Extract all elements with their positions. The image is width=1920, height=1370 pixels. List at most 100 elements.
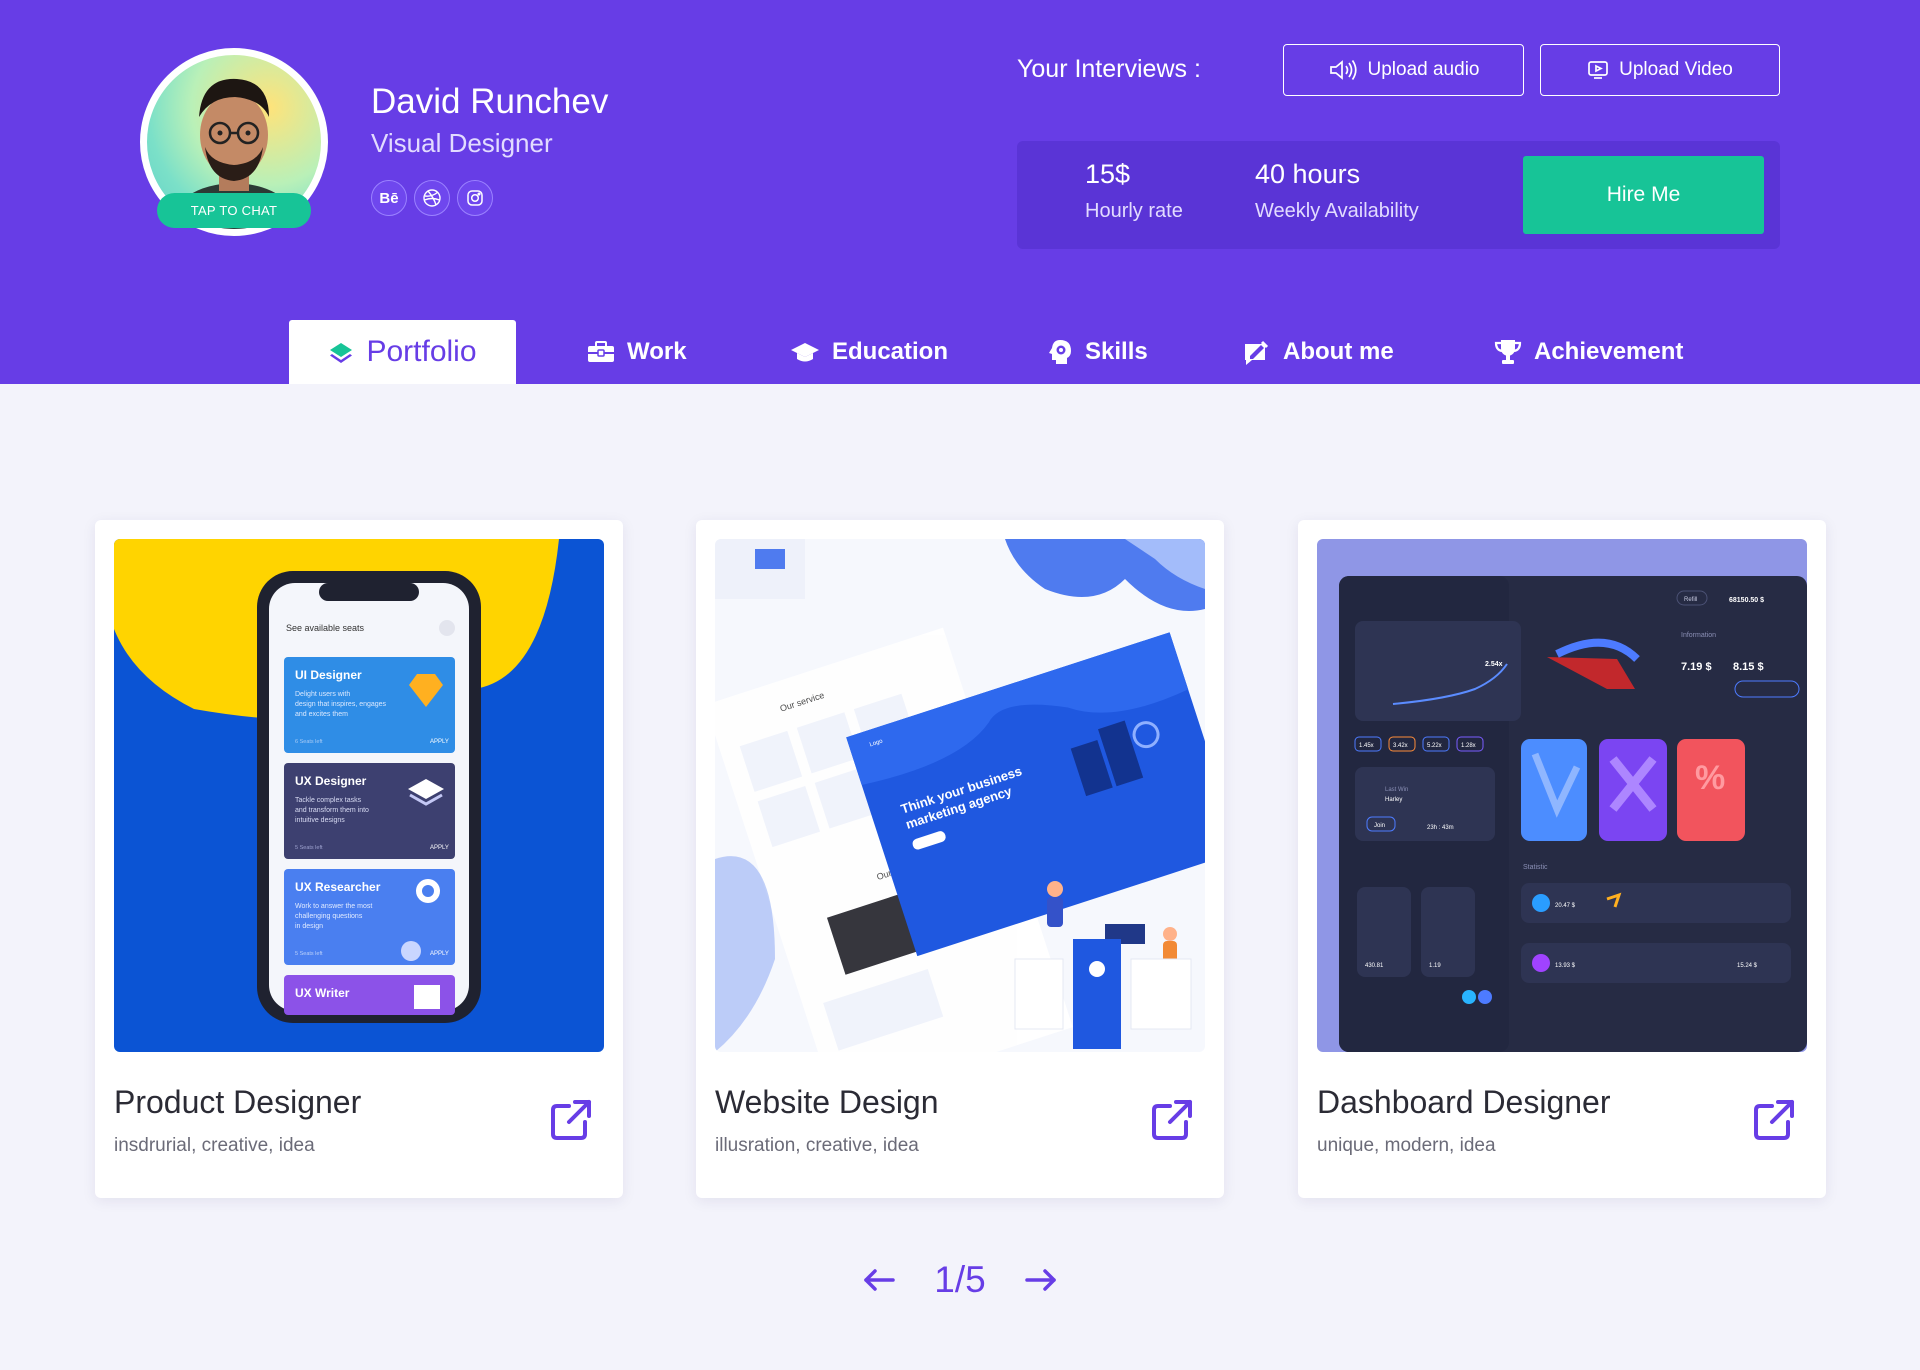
svg-text:3.42x: 3.42x bbox=[1393, 743, 1408, 749]
svg-text:challenging questions: challenging questions bbox=[295, 913, 363, 920]
svg-text:in design: in design bbox=[295, 923, 323, 930]
svg-text:Tackle complex tasks: Tackle complex tasks bbox=[295, 797, 362, 804]
tab-achievement[interactable]: Achievement bbox=[1494, 320, 1683, 384]
external-link-icon[interactable] bbox=[1752, 1098, 1796, 1142]
tab-about-me-label: About me bbox=[1283, 338, 1394, 365]
weekly-availability: 40 hours Weekly Availability bbox=[1255, 159, 1419, 223]
svg-text:1.28x: 1.28x bbox=[1461, 743, 1476, 749]
skills-head-icon bbox=[1049, 340, 1071, 364]
upload-audio-button[interactable]: Upload audio bbox=[1283, 44, 1524, 96]
card-title: Product Designer bbox=[114, 1084, 362, 1120]
svg-text:Harley: Harley bbox=[1385, 797, 1402, 803]
svg-text:Work to answer the most: Work to answer the most bbox=[295, 903, 372, 910]
hourly-rate-value: 15$ bbox=[1085, 159, 1131, 189]
seats-header: See available seats bbox=[286, 623, 365, 633]
arrow-right-icon[interactable] bbox=[1024, 1265, 1058, 1295]
svg-text:5.22x: 5.22x bbox=[1427, 743, 1442, 749]
portfolio-card[interactable]: See available seats UI Designer Delight … bbox=[95, 520, 623, 1198]
video-icon bbox=[1588, 61, 1608, 79]
svg-text:Delight users with: Delight users with bbox=[295, 691, 350, 698]
svg-text:23h : 43m: 23h : 43m bbox=[1427, 825, 1454, 831]
svg-text:5 Seats left: 5 Seats left bbox=[295, 845, 323, 851]
layers-icon bbox=[330, 343, 353, 363]
profile-header: TAP TO CHAT David Runchev Visual Designe… bbox=[0, 0, 1920, 384]
edit-card-icon bbox=[1245, 340, 1269, 365]
svg-text:UI Designer: UI Designer bbox=[295, 668, 362, 682]
upload-video-label: Upload Video bbox=[1619, 59, 1733, 80]
tab-skills[interactable]: Skills bbox=[1047, 320, 1148, 384]
trophy-icon bbox=[1494, 340, 1522, 364]
svg-text:APPLY: APPLY bbox=[430, 951, 449, 957]
tab-portfolio[interactable]: Portfolio bbox=[289, 320, 516, 384]
tab-skills-label: Skills bbox=[1085, 338, 1148, 365]
svg-text:430.81: 430.81 bbox=[1365, 963, 1384, 969]
svg-text:Last Win: Last Win bbox=[1385, 787, 1408, 793]
svg-text:and excites them: and excites them bbox=[295, 711, 348, 718]
svg-text:20.47 $: 20.47 $ bbox=[1555, 903, 1576, 909]
tab-portfolio-label: Portfolio bbox=[366, 335, 477, 368]
speaker-icon bbox=[1329, 60, 1357, 80]
tab-education-label: Education bbox=[832, 338, 949, 365]
dribbble-icon[interactable] bbox=[414, 180, 450, 216]
svg-text:6 Seats left: 6 Seats left bbox=[295, 739, 323, 745]
availability-value: 40 hours bbox=[1255, 159, 1361, 189]
profile-name: David Runchev bbox=[371, 82, 609, 121]
portfolio-card[interactable]: Refill 68150.50 $ 2.54x Information 7.19… bbox=[1298, 520, 1826, 1198]
tab-about-me[interactable]: About me bbox=[1243, 320, 1394, 384]
svg-text:5 Seats left: 5 Seats left bbox=[295, 951, 323, 957]
svg-text:design that inspires, engages: design that inspires, engages bbox=[295, 701, 387, 708]
page-indicator: 1/5 bbox=[934, 1259, 986, 1300]
card-tags: illusration, creative, idea bbox=[715, 1135, 919, 1156]
svg-text:1.45x: 1.45x bbox=[1359, 743, 1374, 749]
svg-text:%: % bbox=[1695, 759, 1725, 797]
card-title: Website Design bbox=[715, 1084, 939, 1120]
dashboard-thumbnail: Refill 68150.50 $ 2.54x Information 7.19… bbox=[1317, 539, 1807, 1052]
pagination: 1/5 bbox=[862, 1256, 1058, 1304]
tab-achievement-label: Achievement bbox=[1534, 338, 1684, 365]
svg-text:7.19 $: 7.19 $ bbox=[1681, 661, 1712, 673]
svg-text:UX Writer: UX Writer bbox=[295, 986, 350, 1000]
tab-education[interactable]: Education bbox=[790, 320, 948, 384]
svg-text:intuitive designs: intuitive designs bbox=[295, 817, 345, 824]
svg-text:APPLY: APPLY bbox=[430, 739, 449, 745]
svg-text:13.93 $: 13.93 $ bbox=[1555, 963, 1576, 969]
card-title: Dashboard Designer bbox=[1317, 1084, 1611, 1120]
upload-video-button[interactable]: Upload Video bbox=[1540, 44, 1780, 96]
website-thumbnail: Our service Our Blog Think your business… bbox=[715, 539, 1205, 1052]
briefcase-icon bbox=[588, 341, 614, 362]
instagram-icon[interactable] bbox=[457, 180, 493, 216]
svg-text:1.19: 1.19 bbox=[1429, 963, 1441, 969]
upload-audio-label: Upload audio bbox=[1367, 59, 1480, 80]
product-thumbnail: See available seats UI Designer Delight … bbox=[114, 539, 604, 1052]
svg-text:Refill: Refill bbox=[1684, 597, 1697, 603]
graduation-cap-icon bbox=[791, 343, 819, 362]
availability-label: Weekly Availability bbox=[1255, 200, 1419, 222]
hourly-rate: 15$ Hourly rate bbox=[1085, 159, 1183, 223]
profile-role: Visual Designer bbox=[371, 128, 553, 158]
svg-text:68150.50 $: 68150.50 $ bbox=[1729, 597, 1764, 604]
svg-text:8.15 $: 8.15 $ bbox=[1733, 661, 1764, 673]
avatar-wrap: TAP TO CHAT bbox=[140, 48, 328, 236]
hire-me-button[interactable]: Hire Me bbox=[1523, 156, 1764, 234]
svg-text:APPLY: APPLY bbox=[430, 845, 449, 851]
portfolio-card[interactable]: Our service Our Blog Think your business… bbox=[696, 520, 1224, 1198]
tap-to-chat-button[interactable]: TAP TO CHAT bbox=[157, 193, 311, 228]
card-tags: unique, modern, idea bbox=[1317, 1135, 1496, 1156]
rate-panel: 15$ Hourly rate 40 hours Weekly Availabi… bbox=[1017, 141, 1780, 249]
svg-text:Join: Join bbox=[1374, 823, 1385, 829]
arrow-left-icon[interactable] bbox=[862, 1265, 896, 1295]
social-links: Bē bbox=[371, 180, 493, 216]
tab-work[interactable]: Work bbox=[587, 320, 687, 384]
svg-text:UX Designer: UX Designer bbox=[295, 774, 367, 788]
card-tags: insdrurial, creative, idea bbox=[114, 1135, 315, 1156]
svg-text:UX Researcher: UX Researcher bbox=[295, 880, 381, 894]
hourly-rate-label: Hourly rate bbox=[1085, 200, 1183, 222]
svg-text:Information: Information bbox=[1681, 632, 1716, 639]
behance-icon[interactable]: Bē bbox=[371, 180, 407, 216]
svg-text:and transform them into: and transform them into bbox=[295, 807, 369, 814]
svg-text:2.54x: 2.54x bbox=[1485, 661, 1503, 668]
external-link-icon[interactable] bbox=[549, 1098, 593, 1142]
external-link-icon[interactable] bbox=[1150, 1098, 1194, 1142]
tab-work-label: Work bbox=[627, 338, 687, 365]
interviews-label: Your Interviews : bbox=[1017, 55, 1201, 83]
